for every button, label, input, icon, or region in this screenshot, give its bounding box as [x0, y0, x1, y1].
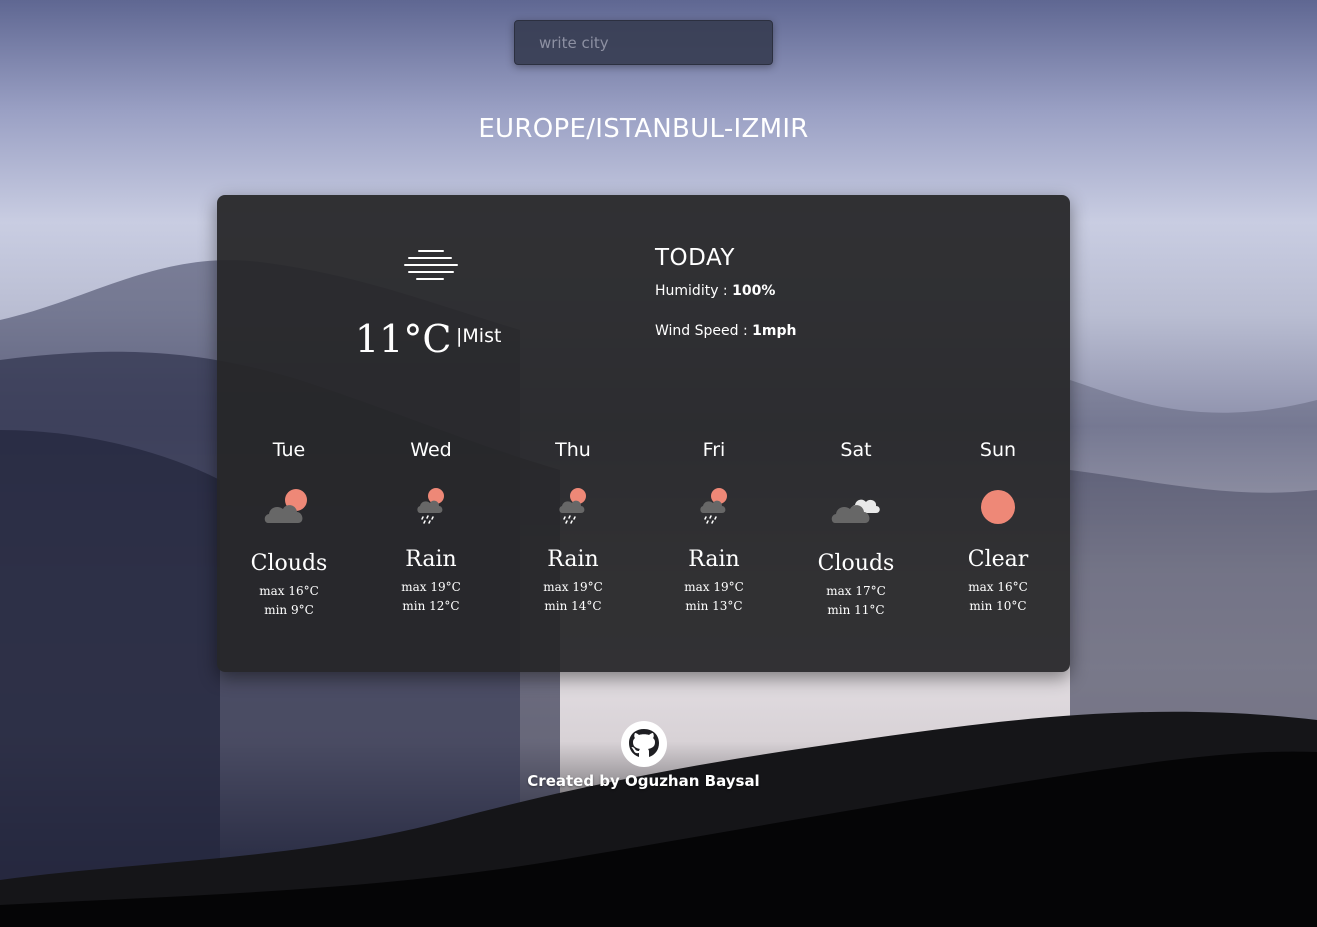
forecast-max: max 16°C — [968, 580, 1028, 594]
location-title: EUROPE/ISTANBUL-IZMIR — [478, 114, 809, 144]
footer-credit: Created by Oguzhan Baysal — [527, 772, 760, 790]
forecast-day-tue: Tue Clouds max 16°C min 9°C — [224, 439, 354, 620]
forecast-day-sat: Sat Clouds max 17°C min 11°C — [791, 439, 921, 620]
sun-cloud-rain-icon — [417, 488, 444, 524]
forecast-condition: Clouds — [250, 551, 328, 576]
forecast-max: max 19°C — [401, 580, 461, 594]
clouds-icon — [831, 499, 880, 523]
forecast-day-name: Wed — [410, 439, 452, 461]
mist-icon — [404, 250, 458, 280]
forecast-condition: Rain — [688, 547, 740, 572]
forecast-condition: Rain — [547, 547, 599, 572]
forecast-max: max 19°C — [684, 580, 744, 594]
wind-stat: Wind Speed : 1mph — [655, 323, 796, 339]
forecast-day-sun: Sun Clear max 16°C min 10°C — [933, 439, 1063, 616]
wind-label: Wind Speed : — [655, 323, 753, 339]
sun-behind-cloud-icon — [264, 489, 307, 523]
forecast-day-name: Thu — [555, 439, 591, 461]
footer: Created by Oguzhan Baysal — [0, 720, 1287, 790]
forecast-min: min 11°C — [827, 603, 885, 617]
forecast-day-wed: Wed Rain max 19°C min 12°C — [366, 439, 496, 616]
humidity-value: 100% — [732, 283, 776, 299]
forecast-min: min 10°C — [969, 599, 1027, 613]
forecast-day-thu: Thu Rain max 19°C min 14°C — [508, 439, 638, 616]
forecast-min: min 13°C — [685, 599, 743, 613]
current-description: |Mist — [456, 325, 502, 347]
city-search-input[interactable] — [514, 20, 773, 65]
humidity-stat: Humidity : 100% — [655, 283, 775, 299]
forecast-max: max 17°C — [826, 584, 886, 598]
forecast-min: min 14°C — [544, 599, 602, 613]
forecast-min: min 12°C — [402, 599, 460, 613]
forecast-condition: Rain — [405, 547, 457, 572]
sun-cloud-rain-icon — [559, 488, 586, 524]
forecast-day-name: Sun — [979, 439, 1017, 461]
wind-value: 1mph — [752, 323, 797, 339]
forecast-day-name: Tue — [272, 439, 306, 461]
current-temperature: 11°C — [355, 317, 452, 361]
humidity-label: Humidity : — [655, 283, 733, 299]
sun-cloud-rain-icon — [700, 488, 727, 524]
forecast-min: min 9°C — [264, 603, 314, 617]
forecast-day-fri: Fri Rain max 19°C min 13°C — [649, 439, 779, 616]
forecast-max: max 16°C — [259, 584, 319, 598]
today-title: TODAY — [655, 245, 735, 271]
sun-icon — [981, 490, 1015, 524]
forecast-day-name: Sat — [840, 439, 872, 461]
forecast-max: max 19°C — [543, 580, 603, 594]
forecast-day-name: Fri — [702, 439, 726, 461]
forecast-condition: Clouds — [817, 551, 895, 576]
github-icon[interactable] — [620, 720, 668, 768]
weather-card: 11°C |Mist TODAY Humidity : 100% Wind Sp… — [217, 195, 1070, 672]
forecast-condition: Clear — [967, 547, 1029, 572]
